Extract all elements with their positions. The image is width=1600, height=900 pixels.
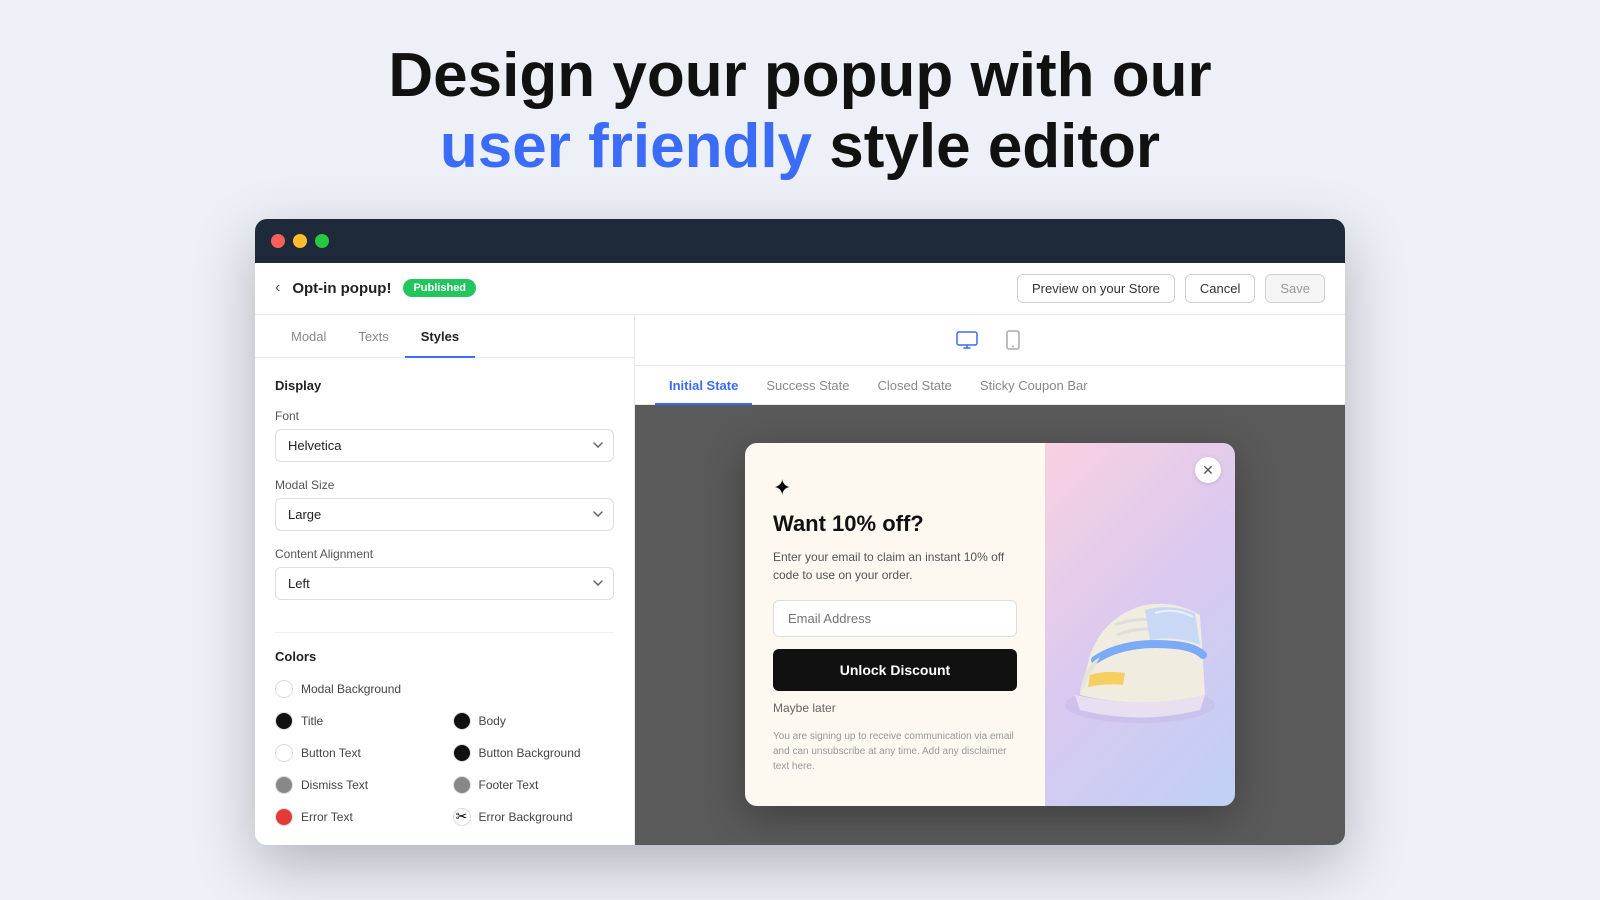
app-title: Opt-in popup! (292, 280, 391, 297)
cancel-button[interactable]: Cancel (1185, 274, 1255, 303)
popup-subtext: Enter your email to claim an instant 10%… (773, 548, 1017, 584)
color-label-body: Body (479, 714, 506, 728)
popup-right (1045, 443, 1235, 805)
popup-maybe-later[interactable]: Maybe later (773, 701, 1017, 715)
sidebar-content: Display Font Helvetica Arial Georgia Mod… (255, 358, 634, 845)
back-button[interactable]: ‹ (275, 279, 280, 297)
state-tab-closed[interactable]: Closed State (863, 366, 965, 405)
content-align-select[interactable]: Left Center Right (275, 567, 614, 600)
color-swatch-btn-bg[interactable] (453, 744, 471, 762)
divider (275, 632, 614, 633)
sidebar: Modal Texts Styles Display Font Helvetic… (255, 315, 635, 845)
color-swatch-footer[interactable] (453, 776, 471, 794)
color-error-bg: ✂ Error Background (453, 808, 615, 826)
color-label-footer: Footer Text (479, 778, 539, 792)
modal-size-select[interactable]: Large Medium Small (275, 498, 614, 531)
font-label: Font (275, 409, 614, 423)
hero-line2-blue: user friendly (440, 112, 812, 181)
color-row-btn: Button Text Button Background (275, 744, 614, 762)
state-tab-initial[interactable]: Initial State (655, 366, 752, 405)
browser-dot-yellow[interactable] (293, 234, 307, 248)
browser-titlebar (255, 219, 1345, 263)
state-tab-success[interactable]: Success State (752, 366, 863, 405)
popup-modal: ✕ ✦ Want 10% off? Enter your email to cl… (745, 443, 1235, 805)
modal-size-label: Modal Size (275, 478, 614, 492)
tab-modal[interactable]: Modal (275, 315, 342, 358)
popup-heading: Want 10% off? (773, 511, 1017, 537)
color-swatch-dismiss[interactable] (275, 776, 293, 794)
hero-title: Design your popup with our user friendly… (388, 40, 1211, 183)
color-label-error-bg: Error Background (479, 810, 573, 824)
color-body: Body (453, 712, 615, 730)
font-select[interactable]: Helvetica Arial Georgia (275, 429, 614, 462)
color-btn-bg: Button Background (453, 744, 615, 762)
published-badge: Published (403, 279, 476, 297)
color-row-error: Error Text ✂ Error Background (275, 808, 614, 826)
color-label-modal-bg: Modal Background (301, 682, 401, 696)
preview-area: Initial State Success State Closed State… (635, 315, 1345, 845)
browser-dot-green[interactable] (315, 234, 329, 248)
color-label-title: Title (301, 714, 323, 728)
color-dismiss: Dismiss Text (275, 776, 437, 794)
popup-email-input[interactable] (773, 600, 1017, 637)
popup-cta-button[interactable]: Unlock Discount (773, 649, 1017, 691)
color-title: Title (275, 712, 437, 730)
color-label-error-text: Error Text (301, 810, 353, 824)
preview-canvas: ✕ ✦ Want 10% off? Enter your email to cl… (635, 405, 1345, 845)
hero-line2: user friendly style editor (388, 111, 1211, 182)
tab-bar: Modal Texts Styles (255, 315, 634, 358)
browser-dot-red[interactable] (271, 234, 285, 248)
color-swatch-error-text[interactable] (275, 808, 293, 826)
tab-texts[interactable]: Texts (342, 315, 404, 358)
color-row-modal-bg: Modal Background (275, 680, 614, 698)
color-label-btn-bg: Button Background (479, 746, 581, 760)
color-swatch-btn-text[interactable] (275, 744, 293, 762)
app-header-left: ‹ Opt-in popup! Published (275, 279, 476, 297)
save-button[interactable]: Save (1265, 274, 1325, 303)
display-section-title: Display (275, 378, 614, 393)
color-modal-bg: Modal Background (275, 680, 614, 698)
color-row-dismiss-footer: Dismiss Text Footer Text (275, 776, 614, 794)
color-btn-text: Button Text (275, 744, 437, 762)
color-swatch-body[interactable] (453, 712, 471, 730)
color-label-btn-text: Button Text (301, 746, 361, 760)
color-row-title-body: Title Body (275, 712, 614, 730)
hero-line2-dark: style editor (812, 112, 1160, 181)
color-footer: Footer Text (453, 776, 615, 794)
color-swatch-title[interactable] (275, 712, 293, 730)
app-header: ‹ Opt-in popup! Published Preview on you… (255, 263, 1345, 315)
colors-section-title: Colors (275, 649, 614, 664)
tab-styles[interactable]: Styles (405, 315, 475, 358)
shoe-illustration (1045, 443, 1235, 805)
app-header-right: Preview on your Store Cancel Save (1017, 274, 1325, 303)
color-label-dismiss: Dismiss Text (301, 778, 368, 792)
content-align-label: Content Alignment (275, 547, 614, 561)
browser-body: ‹ Opt-in popup! Published Preview on you… (255, 263, 1345, 845)
state-tabs: Initial State Success State Closed State… (635, 366, 1345, 405)
popup-left: ✦ Want 10% off? Enter your email to clai… (745, 443, 1045, 805)
color-swatch-modal-bg[interactable] (275, 680, 293, 698)
browser-window: ‹ Opt-in popup! Published Preview on you… (255, 219, 1345, 845)
popup-disclaimer: You are signing up to receive communicat… (773, 729, 1017, 774)
app-main: Modal Texts Styles Display Font Helvetic… (255, 315, 1345, 845)
state-tab-sticky[interactable]: Sticky Coupon Bar (966, 366, 1102, 405)
device-desktop-icon[interactable] (952, 325, 982, 355)
color-error-text: Error Text (275, 808, 437, 826)
popup-icon: ✦ (773, 475, 1017, 501)
hero-line1: Design your popup with our (388, 40, 1211, 111)
preview-topbar (635, 315, 1345, 366)
preview-button[interactable]: Preview on your Store (1017, 274, 1175, 303)
device-mobile-icon[interactable] (998, 325, 1028, 355)
color-swatch-error-bg[interactable]: ✂ (453, 808, 471, 826)
